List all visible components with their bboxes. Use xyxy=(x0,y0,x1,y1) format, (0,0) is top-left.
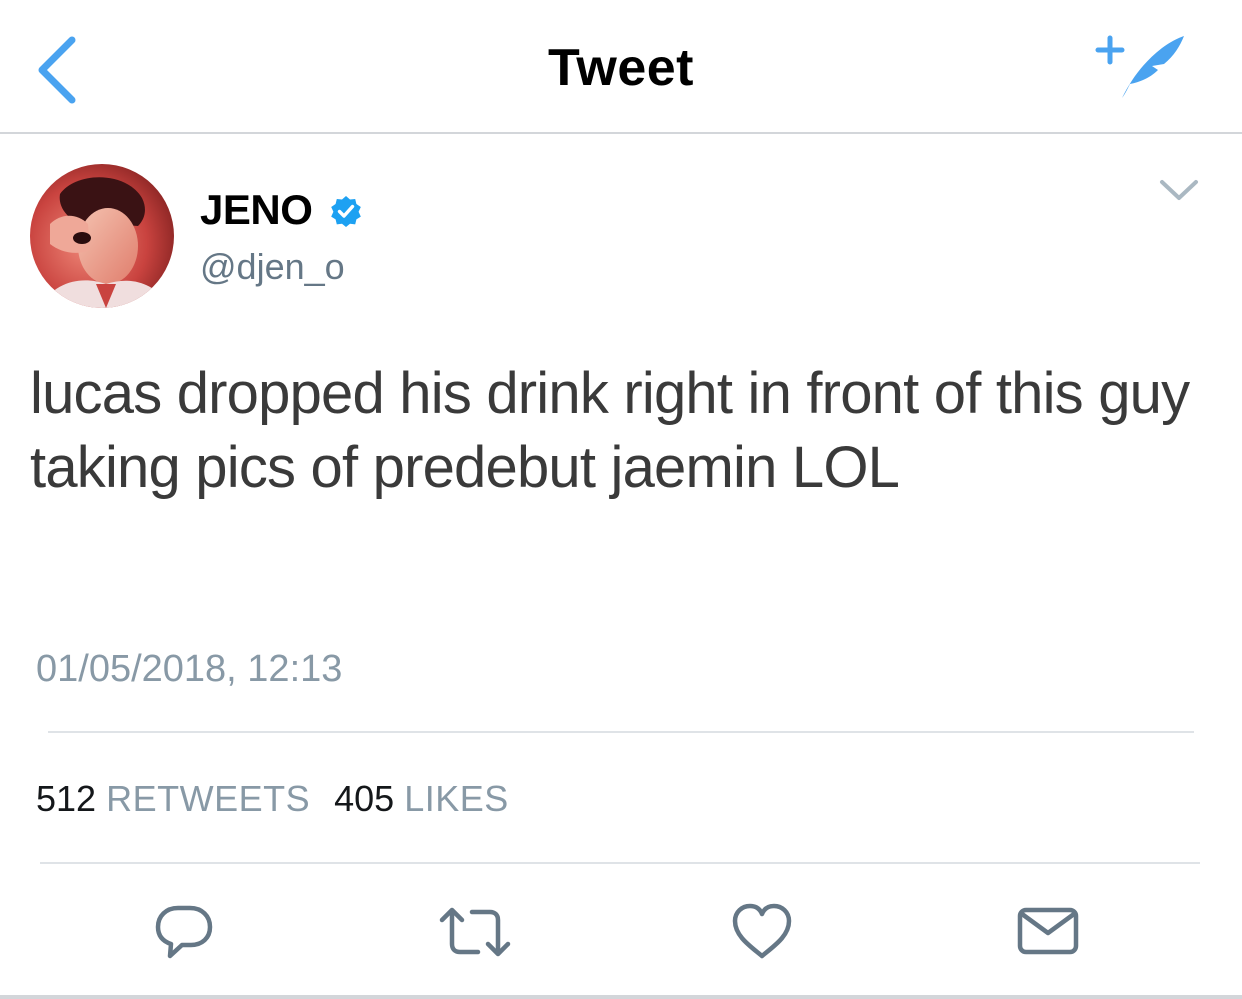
retweet-button[interactable] xyxy=(438,900,512,964)
reply-button[interactable] xyxy=(152,900,216,964)
bottom-border xyxy=(0,995,1242,999)
retweets-label: RETWEETS xyxy=(106,778,311,819)
direct-message-button[interactable] xyxy=(1016,900,1080,964)
tweet-timestamp: 01/05/2018, 12:13 xyxy=(36,648,343,690)
tweet-text: lucas dropped his drink right in front o… xyxy=(30,361,1190,500)
tweet-options-button[interactable] xyxy=(1158,176,1200,204)
page-title: Tweet xyxy=(547,39,694,97)
likes-stat[interactable]: 405 LIKES xyxy=(334,778,509,819)
profile-photo xyxy=(30,164,174,308)
retweets-count: 512 xyxy=(36,778,97,819)
divider xyxy=(48,731,1194,733)
tweet-header: JENO @djen_o xyxy=(0,134,1242,334)
reply-bubble-icon xyxy=(155,905,213,959)
compose-tweet-button[interactable] xyxy=(1092,28,1188,104)
display-name[interactable]: JENO xyxy=(200,186,313,234)
envelope-icon xyxy=(1017,907,1079,955)
likes-count: 405 xyxy=(334,778,395,819)
tweet-stats: 512 RETWEETS 405 LIKES xyxy=(36,778,509,820)
compose-quill-icon xyxy=(1095,35,1184,98)
verified-badge-icon xyxy=(330,195,362,227)
user-handle[interactable]: @djen_o xyxy=(200,246,345,288)
chevron-down-icon xyxy=(1160,180,1198,200)
likes-label: LIKES xyxy=(404,778,509,819)
heart-icon xyxy=(732,903,792,959)
divider xyxy=(40,862,1200,864)
retweet-icon xyxy=(439,907,511,957)
navigation-bar: Tweet xyxy=(0,0,1242,134)
avatar[interactable] xyxy=(30,164,174,308)
retweets-stat[interactable]: 512 RETWEETS xyxy=(36,778,310,819)
like-button[interactable] xyxy=(730,900,794,964)
